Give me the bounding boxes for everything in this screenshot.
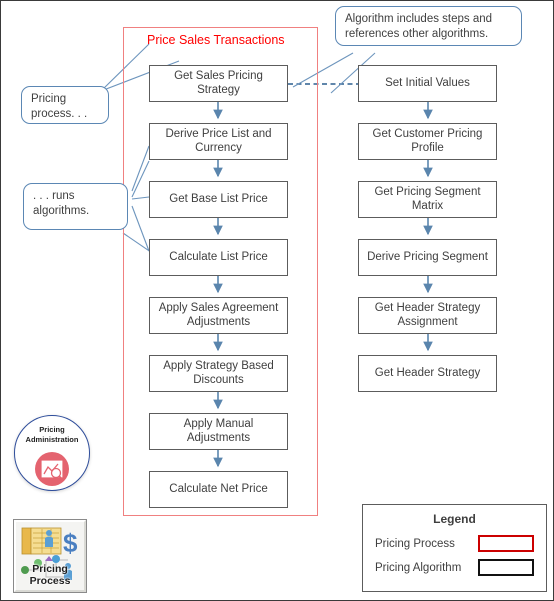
node-calculate-list-price[interactable]: Calculate List Price	[149, 239, 288, 276]
pricing-administration-icon	[35, 452, 69, 486]
pricing-administration-badge: Pricing Administration	[14, 415, 90, 491]
callout-text: Algorithm includes steps and references …	[345, 13, 493, 40]
pricing-process-icon-label: Pricing Process	[16, 563, 84, 587]
callout-algorithm-includes-steps: Algorithm includes steps and references …	[335, 6, 522, 46]
diagram-canvas: Price Sales Transactions Get Sales Prici…	[0, 0, 554, 601]
node-label: Apply Sales Agreement Adjustments	[158, 302, 279, 328]
process-title: Price Sales Transactions	[147, 33, 285, 47]
node-derive-price-list-and-currency[interactable]: Derive Price List and Currency	[149, 123, 288, 160]
legend-label: Pricing Algorithm	[375, 561, 462, 574]
legend: Legend Pricing Process Pricing Algorithm	[362, 504, 547, 592]
node-label: Apply Strategy Based Discounts	[163, 360, 274, 386]
node-label: Calculate List Price	[169, 250, 268, 263]
node-label: Calculate Net Price	[169, 482, 268, 495]
node-derive-pricing-segment[interactable]: Derive Pricing Segment	[358, 239, 497, 276]
pricing-process-line1: Pricing	[32, 563, 68, 575]
node-label: Apply Manual Adjustments	[183, 418, 254, 444]
pricing-chart-icon	[40, 459, 64, 479]
node-label: Get Base List Price	[169, 192, 268, 205]
node-apply-strategy-based-discounts[interactable]: Apply Strategy Based Discounts	[149, 355, 288, 392]
node-get-customer-pricing-profile[interactable]: Get Customer Pricing Profile	[358, 123, 497, 160]
pricing-administration-line2: Administration	[25, 434, 79, 444]
callout-pricing-process: Pricing process. . .	[21, 86, 109, 124]
pricing-process-icon-tile: $ Pricing Process	[13, 519, 87, 593]
node-label: Get Header Strategy Assignment	[374, 302, 481, 328]
node-label: Derive Pricing Segment	[367, 250, 488, 263]
node-label: Get Header Strategy	[374, 366, 481, 379]
pricing-administration-label: Pricing Administration	[15, 425, 89, 444]
node-apply-sales-agreement-adjustments[interactable]: Apply Sales Agreement Adjustments	[149, 297, 288, 334]
node-set-initial-values[interactable]: Set Initial Values	[358, 65, 497, 102]
node-label: Get Pricing Segment Matrix	[374, 186, 481, 212]
node-get-pricing-segment-matrix[interactable]: Get Pricing Segment Matrix	[358, 181, 497, 218]
node-get-sales-pricing-strategy[interactable]: Get Sales Pricing Strategy	[149, 65, 288, 102]
legend-title: Legend	[433, 512, 476, 526]
legend-swatch-pricing-algorithm	[478, 559, 534, 576]
node-label: Set Initial Values	[385, 76, 470, 89]
legend-row-pricing-process: Pricing Process	[375, 535, 534, 552]
node-get-base-list-price[interactable]: Get Base List Price	[149, 181, 288, 218]
callout-text: . . . runs algorithms.	[33, 190, 90, 217]
node-label: Derive Price List and Currency	[165, 128, 272, 154]
node-calculate-net-price[interactable]: Calculate Net Price	[149, 471, 288, 508]
node-get-header-strategy-assignment[interactable]: Get Header Strategy Assignment	[358, 297, 497, 334]
callout-text: Pricing process. . .	[31, 93, 88, 120]
node-label: Get Customer Pricing Profile	[372, 128, 483, 154]
node-label: Get Sales Pricing Strategy	[174, 70, 263, 96]
svg-text:$: $	[63, 528, 78, 558]
legend-label: Pricing Process	[375, 537, 455, 550]
callout-runs-algorithms: . . . runs algorithms.	[23, 183, 128, 230]
pricing-administration-line1: Pricing	[39, 425, 65, 434]
node-get-header-strategy[interactable]: Get Header Strategy	[358, 355, 497, 392]
legend-row-pricing-algorithm: Pricing Algorithm	[375, 559, 534, 576]
legend-swatch-pricing-process	[478, 535, 534, 552]
node-apply-manual-adjustments[interactable]: Apply Manual Adjustments	[149, 413, 288, 450]
pricing-process-line2: Process	[29, 574, 71, 587]
